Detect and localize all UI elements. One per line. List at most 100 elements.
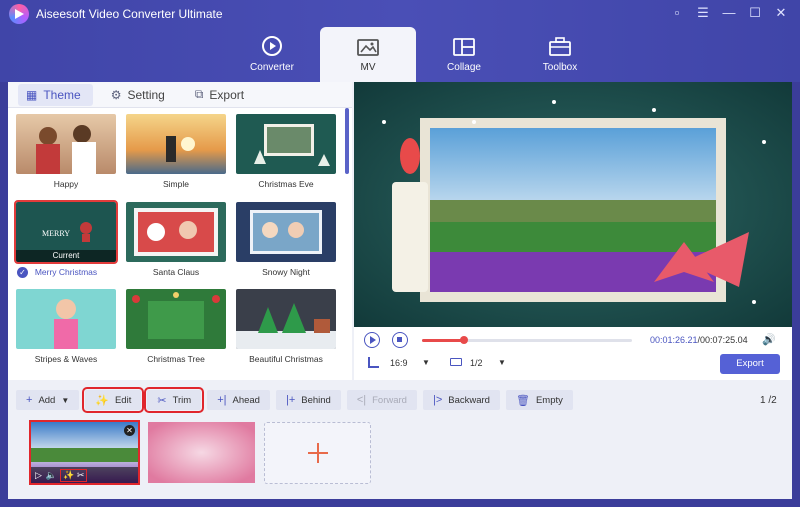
theme-thumbnail: MERRY Current <box>14 200 118 264</box>
behind-button[interactable]: |+ Behind <box>275 390 341 410</box>
screen-icon <box>450 358 462 366</box>
check-icon: ✓ <box>17 267 28 278</box>
nav-converter-label: Converter <box>250 62 294 73</box>
theme-card-santa-claus[interactable]: Santa Claus <box>126 202 226 277</box>
plus-icon: + <box>26 394 33 406</box>
aspect-ratio-value[interactable]: 16:9 <box>390 358 408 368</box>
trash-icon: 🗑 <box>515 394 530 407</box>
progress-handle[interactable] <box>460 336 468 344</box>
backward-label: Backward <box>448 394 490 406</box>
theme-panel: ▦ Theme ⚙ Setting ⧉ Export Happy Simple … <box>8 82 352 380</box>
page-counter: 1 /2 <box>760 395 777 406</box>
theme-card-beautiful-christmas[interactable]: Beautiful Christmas <box>236 289 336 364</box>
empty-label: Empty <box>535 394 563 406</box>
clip-toolbar: + Add ▼ ✨ Edit ✂ Trim +| Ahead |+ Behind… <box>16 387 573 413</box>
mv-icon <box>357 39 379 56</box>
grid-icon: ▦ <box>26 87 38 102</box>
export-icon: ⧉ <box>194 87 204 101</box>
clip-edit-trim-icons[interactable]: ✨ ✂ <box>60 468 88 482</box>
minimize-icon[interactable]: — <box>718 4 740 22</box>
edit-label: Edit <box>114 394 132 406</box>
scissors-icon: ✂ <box>157 394 167 407</box>
add-label: Add <box>38 394 56 406</box>
panel-tabs: ▦ Theme ⚙ Setting ⧉ Export <box>8 82 352 108</box>
tab-setting-label: Setting <box>127 87 165 102</box>
converter-icon <box>262 36 282 56</box>
title-bar: Aiseesoft Video Converter Ultimate ▫ ☰ —… <box>0 0 800 82</box>
theme-card-christmas-tree[interactable]: Christmas Tree <box>126 289 226 364</box>
volume-icon[interactable]: 🔊 <box>762 333 776 346</box>
clip-volume-icon[interactable]: 🔈 <box>46 470 57 481</box>
forward-button[interactable]: <| Forward <box>346 390 417 410</box>
scroll-thumb[interactable] <box>345 108 349 174</box>
menu-icon[interactable]: ☰ <box>692 4 714 22</box>
theme-thumbnail <box>236 289 336 349</box>
gear-icon: ⚙ <box>110 87 122 102</box>
progress-bar[interactable] <box>422 336 632 344</box>
nav-converter[interactable]: Converter <box>224 27 320 82</box>
mv-workspace: ▦ Theme ⚙ Setting ⧉ Export Happy Simple … <box>8 82 792 499</box>
clip-controls: ▷ 🔈 ✨ ✂ <box>31 467 138 483</box>
nav-collage-label: Collage <box>447 62 481 73</box>
maximize-icon[interactable]: ☐ <box>744 4 766 22</box>
theme-label: Stripes & Waves <box>34 354 98 364</box>
theme-thumbnail <box>236 202 336 262</box>
theme-card-snowy-night[interactable]: Snowy Night <box>236 202 336 277</box>
screen-dropdown-chevron-icon[interactable]: ▼ <box>498 358 506 367</box>
theme-card-merry-christmas[interactable]: MERRY Current ✓ Merry Christmas <box>14 200 118 278</box>
page-total: 2 <box>771 395 777 406</box>
theme-card-christmas-eve[interactable]: Christmas Eve <box>236 114 336 189</box>
trim-button[interactable]: ✂ Trim <box>144 387 205 413</box>
tab-theme-label: Theme <box>43 87 81 102</box>
add-clip-placeholder[interactable] <box>264 422 371 484</box>
ahead-button[interactable]: +| Ahead <box>207 390 270 410</box>
chevron-down-icon: ▼ <box>61 395 70 405</box>
main-nav: Converter MV Collage Toolbox <box>224 27 608 82</box>
nav-mv-label: MV <box>360 62 376 73</box>
feedback-icon[interactable]: ▫ <box>666 4 688 22</box>
add-clip-plus-icon <box>308 443 328 463</box>
theme-label: Santa Claus <box>152 267 200 277</box>
backward-icon: |> <box>432 394 443 406</box>
nav-mv[interactable]: MV <box>320 27 416 82</box>
svg-text:MERRY: MERRY <box>42 229 70 238</box>
theme-label: Simple <box>163 179 189 189</box>
theme-card-happy[interactable]: Happy <box>16 114 116 189</box>
tab-theme[interactable]: ▦ Theme <box>18 83 93 106</box>
backward-button[interactable]: |> Backward <box>422 390 500 410</box>
play-button[interactable] <box>364 332 380 348</box>
aspect-ratio-icon <box>368 357 379 368</box>
screen-value[interactable]: 1/2 <box>470 358 483 368</box>
export-button[interactable]: Export <box>720 354 780 374</box>
behind-icon: |+ <box>285 394 296 406</box>
theme-label: Christmas Tree <box>147 354 205 364</box>
theme-card-simple[interactable]: Simple <box>126 114 226 189</box>
app-logo-icon <box>9 4 29 24</box>
aspect-dropdown-chevron-icon[interactable]: ▼ <box>422 358 430 367</box>
collage-icon <box>453 38 475 56</box>
nav-toolbox[interactable]: Toolbox <box>512 27 608 82</box>
close-icon[interactable]: ✕ <box>770 4 792 22</box>
theme-scrollbar[interactable] <box>345 108 350 380</box>
clip-thumbnail-1[interactable]: ✕ ▷ 🔈 ✨ ✂ <box>29 420 140 485</box>
stop-button[interactable] <box>392 332 408 348</box>
edit-star-icon: ✨ <box>95 394 109 407</box>
tab-setting[interactable]: ⚙ Setting <box>103 84 177 106</box>
theme-label: Christmas Eve <box>258 179 314 189</box>
app-title: Aiseesoft Video Converter Ultimate <box>36 7 223 21</box>
clip-2-image <box>148 422 255 483</box>
tab-export[interactable]: ⧉ Export <box>187 84 256 106</box>
edit-button[interactable]: ✨ Edit <box>82 387 145 413</box>
player-controls: 00:01:26.21/00:07:25.04 🔊 16:9 ▼ 1/2 ▼ E… <box>354 327 792 380</box>
theme-label: Happy <box>53 179 79 189</box>
theme-label: Snowy Night <box>262 267 310 277</box>
clip-play-icon[interactable]: ▷ <box>35 470 42 481</box>
forward-label: Forward <box>372 394 407 406</box>
clip-thumbnail-2[interactable] <box>148 422 255 483</box>
add-button[interactable]: + Add ▼ <box>16 390 80 410</box>
empty-button[interactable]: 🗑 Empty <box>505 390 573 410</box>
clip-remove-icon[interactable]: ✕ <box>124 425 135 436</box>
theme-card-stripes-waves[interactable]: Stripes & Waves <box>16 289 116 364</box>
preview-frame <box>354 82 792 327</box>
nav-collage[interactable]: Collage <box>416 27 512 82</box>
